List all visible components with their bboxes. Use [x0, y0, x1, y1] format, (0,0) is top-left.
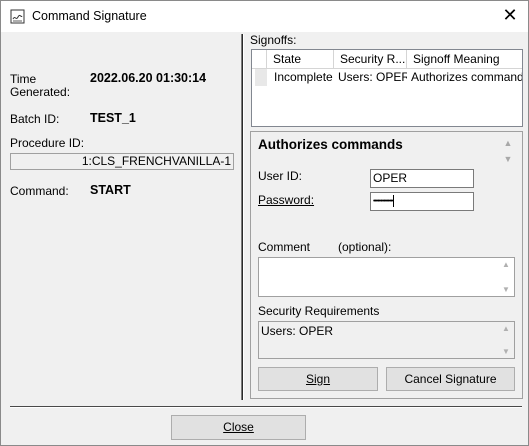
- panel-scroll-up-icon[interactable]: ▲: [502, 138, 514, 148]
- sign-button-label: Sign: [305, 372, 331, 386]
- batch-id-value: TEST_1: [90, 111, 136, 125]
- time-label-line1: Time: [10, 72, 37, 86]
- row-meaning: Authorizes commands: [411, 70, 522, 84]
- column-header-state[interactable]: State: [267, 50, 334, 69]
- comment-optional-label: (optional):: [338, 240, 392, 254]
- procedure-id-field: 1:CLS_FRENCHVANILLA-1: [10, 153, 234, 170]
- comment-scroll-up-icon[interactable]: ▲: [502, 260, 510, 269]
- password-label: Password:: [258, 193, 315, 207]
- panel-scroll-down-icon[interactable]: ▼: [502, 154, 514, 164]
- cancel-signature-button[interactable]: Cancel Signature: [386, 367, 515, 391]
- security-requirements-value: Users: OPER: [261, 324, 334, 338]
- authorization-panel: Authorizes commands ▲ ▼ User ID: OPER Pa…: [250, 131, 523, 399]
- table-row[interactable]: Incomplete Users: OPER Authorizes comman…: [252, 69, 522, 86]
- command-signature-dialog: Command Signature ✕ Time Generated: 2022…: [0, 0, 529, 446]
- security-scroll-up-icon[interactable]: ▲: [502, 324, 510, 333]
- comment-scroll-down-icon[interactable]: ▼: [502, 285, 510, 294]
- password-value: ••••••••••••••: [373, 198, 394, 205]
- time-label-line2: Generated:: [10, 85, 71, 99]
- row-security: Users: OPER: [338, 70, 407, 84]
- header-spacer: [252, 50, 267, 69]
- comment-label: Comment: [258, 240, 311, 254]
- title-bar: Command Signature ✕: [1, 1, 528, 32]
- text-cursor: [393, 195, 395, 208]
- cancel-signature-button-label: Cancel Signature: [404, 372, 497, 386]
- close-button-label: Close: [223, 420, 254, 434]
- horizontal-separator: [10, 406, 522, 408]
- window-title: Command Signature: [32, 9, 147, 23]
- close-icon[interactable]: ✕: [500, 6, 520, 26]
- close-button[interactable]: Close: [171, 415, 306, 440]
- sign-button[interactable]: Sign: [258, 367, 378, 391]
- signoffs-label: Signoffs:: [250, 33, 297, 47]
- signoffs-list[interactable]: State Security R... Signoff Meaning Inco…: [251, 49, 523, 127]
- command-label: Command:: [10, 184, 69, 198]
- security-scroll-down-icon[interactable]: ▼: [502, 347, 510, 356]
- row-state: Incomplete: [274, 70, 333, 84]
- comment-textarea[interactable]: ▲ ▼: [258, 257, 515, 297]
- password-field[interactable]: ••••••••••••••: [370, 192, 474, 211]
- column-header-security[interactable]: Security R...: [334, 50, 407, 69]
- column-header-meaning[interactable]: Signoff Meaning: [407, 50, 522, 69]
- procedure-id-label: Procedure ID:: [10, 136, 85, 150]
- comment-scrollbar[interactable]: ▲ ▼: [500, 260, 512, 294]
- row-selector: [255, 69, 267, 86]
- time-generated-value: 2022.06.20 01:30:14: [90, 71, 207, 85]
- signoffs-list-header: State Security R... Signoff Meaning: [252, 50, 522, 69]
- user-id-field[interactable]: OPER: [370, 169, 474, 188]
- security-scrollbar[interactable]: ▲ ▼: [500, 324, 512, 356]
- vertical-splitter[interactable]: [241, 34, 244, 400]
- signature-document-icon: [10, 9, 25, 24]
- security-requirements-box: Users: OPER ▲ ▼: [258, 321, 515, 359]
- command-value: START: [90, 183, 131, 197]
- batch-id-label: Batch ID:: [10, 112, 60, 126]
- security-requirements-label: Security Requirements: [258, 304, 380, 318]
- user-id-label: User ID:: [258, 169, 303, 183]
- panel-title: Authorizes commands: [258, 137, 403, 152]
